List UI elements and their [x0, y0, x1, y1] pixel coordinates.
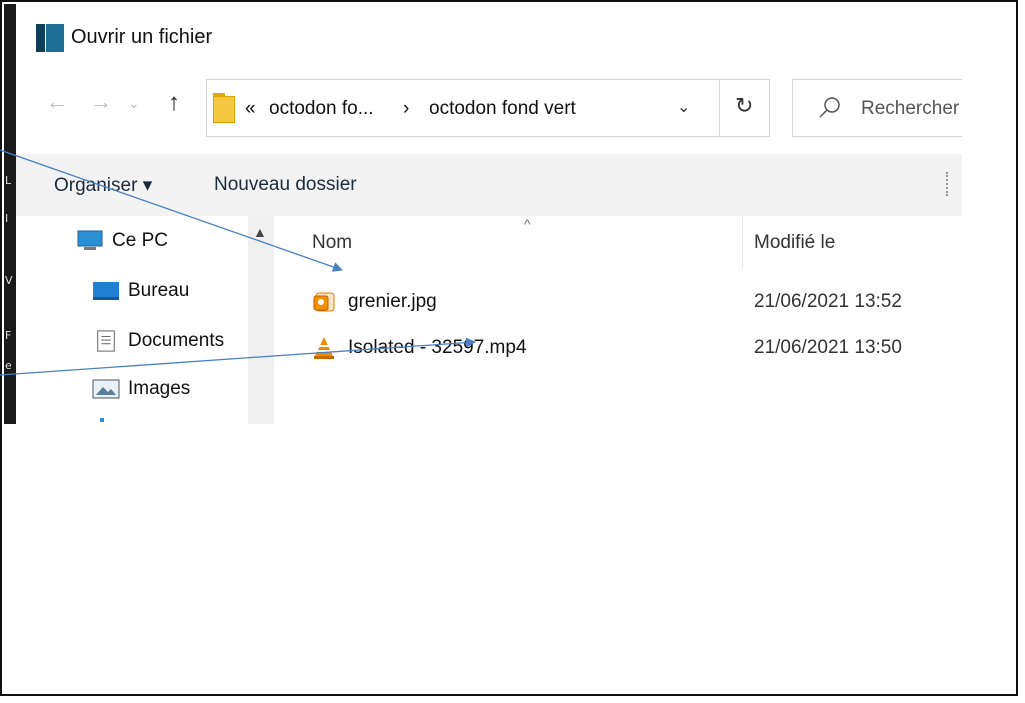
- file-modified: 21/06/2021 13:52: [754, 291, 902, 312]
- image-file-icon: [313, 292, 335, 312]
- overflow-chevron-icon[interactable]: «: [245, 98, 256, 120]
- breadcrumb-current[interactable]: octodon fond vert: [429, 98, 576, 120]
- strip-letter: L: [5, 174, 12, 187]
- file-modified: 21/06/2021 13:50: [754, 337, 902, 358]
- breadcrumb-separator-icon[interactable]: ›: [403, 98, 409, 120]
- command-toolbar: Organiser ▾ Nouveau dossier: [16, 154, 962, 216]
- search-box[interactable]: Rechercher: [792, 79, 962, 137]
- nav-pane-scrollbar[interactable]: ▲: [248, 216, 274, 424]
- navigation-pane: Ce PC Bureau Documents Images: [16, 216, 248, 424]
- nav-item-label: Documents: [128, 330, 225, 351]
- title-bar: Ouvrir un fichier: [16, 4, 962, 62]
- address-bar[interactable]: « octodon fo... › octodon fond vert ⌄: [206, 79, 720, 137]
- column-separator[interactable]: [742, 216, 743, 268]
- file-row[interactable]: grenier.jpg 21/06/2021 13:52: [312, 288, 962, 318]
- screenshot-frame: L I V F e Ouvrir un fichier ← → ⌄ ↑ « oc…: [0, 0, 1018, 696]
- nav-item-label: Ce PC: [112, 230, 168, 251]
- address-dropdown-icon[interactable]: ⌄: [677, 97, 690, 117]
- up-arrow-icon[interactable]: ↑: [168, 89, 180, 117]
- column-header-modified[interactable]: Modifié le: [754, 232, 835, 254]
- forward-arrow-icon[interactable]: →: [90, 89, 112, 115]
- documents-icon: [97, 330, 115, 352]
- navigation-bar: ← → ⌄ ↑ « octodon fo... › octodon fond v…: [16, 79, 962, 139]
- nav-item-label: Bureau: [128, 280, 190, 301]
- file-list: ^ Nom Modifié le grenier.jpg 21/06/2021 …: [276, 216, 962, 424]
- file-name: Isolated - 32597.mp4: [348, 337, 527, 358]
- background-window-strip: L I V F e: [4, 4, 16, 424]
- search-placeholder: Rechercher: [861, 98, 960, 119]
- nav-item-label: Images: [128, 378, 191, 399]
- organise-button[interactable]: Organiser ▾: [54, 174, 152, 197]
- back-arrow-icon[interactable]: ←: [46, 89, 68, 115]
- computer-icon: [77, 230, 103, 250]
- recent-locations-chevron-icon[interactable]: ⌄: [128, 95, 140, 112]
- vlc-video-icon: [314, 337, 334, 359]
- column-header-name[interactable]: Nom: [312, 232, 352, 254]
- scroll-up-icon[interactable]: ▲: [253, 224, 267, 240]
- strip-letter: V: [5, 274, 13, 287]
- window-title: Ouvrir un fichier: [71, 26, 213, 48]
- strip-letter: F: [5, 329, 12, 342]
- new-folder-button[interactable]: Nouveau dossier: [214, 174, 357, 196]
- open-file-dialog: Ouvrir un fichier ← → ⌄ ↑ « octodon fo..…: [16, 4, 962, 424]
- folder-icon: [213, 93, 235, 123]
- breadcrumb-parent[interactable]: octodon fo...: [269, 98, 374, 120]
- strip-letter: I: [5, 212, 9, 225]
- search-icon: [819, 97, 840, 118]
- strip-letter: e: [5, 359, 12, 372]
- images-icon: [92, 379, 120, 399]
- refresh-icon: ↻: [735, 93, 754, 118]
- refresh-button[interactable]: ↻: [720, 79, 770, 137]
- file-name: grenier.jpg: [348, 291, 437, 312]
- view-options-grip-icon[interactable]: [946, 172, 960, 196]
- sort-chevron-icon: ^: [524, 216, 531, 232]
- partial-nav-icon: [100, 418, 104, 422]
- desktop-icon: [93, 282, 119, 300]
- file-row[interactable]: Isolated - 32597.mp4 21/06/2021 13:50: [312, 334, 962, 364]
- app-icon: [36, 24, 64, 52]
